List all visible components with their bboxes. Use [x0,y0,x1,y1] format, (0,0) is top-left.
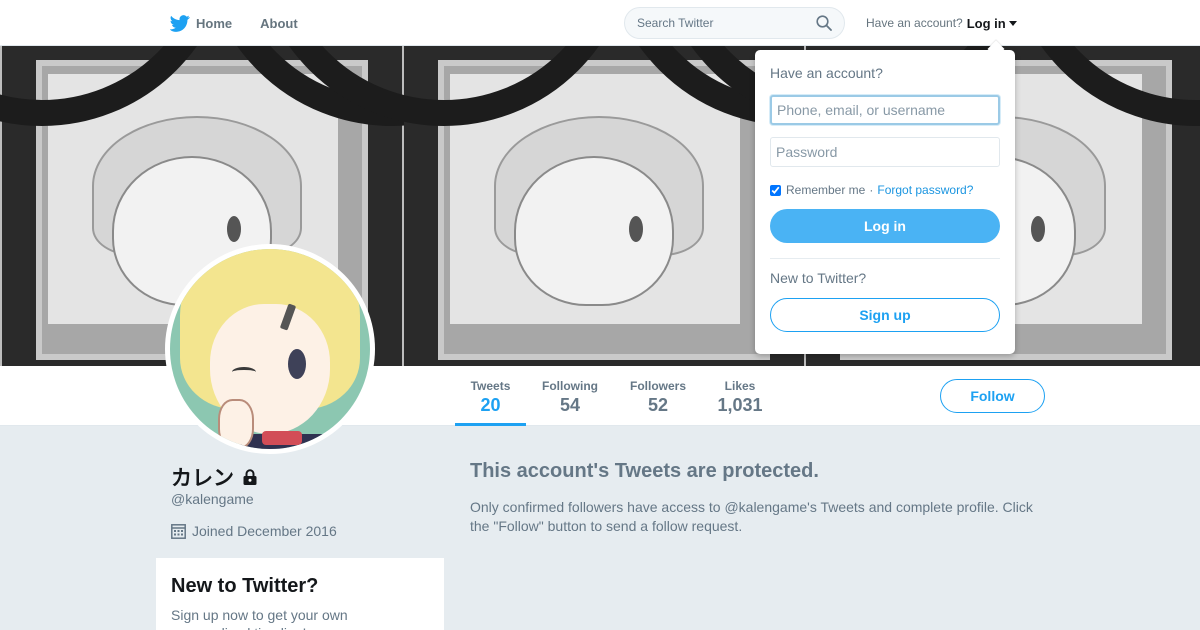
joined-text: Joined December 2016 [192,523,337,539]
login-dropdown: Have an account? Remember me · Forgot pa… [755,50,1015,354]
stat-value: 20 [480,395,501,415]
stat-value: 52 [647,395,669,415]
stat-label: Tweets [470,379,511,393]
profile-name: カレン [171,462,259,492]
stat-label: Followers [629,379,686,393]
profile-handle[interactable]: @kalengame [171,491,254,507]
avatar-image [170,249,370,449]
top-navigation-bar: Home About Have an account? Log in [0,0,1200,46]
have-account-text: Have an account? [866,16,963,30]
search-icon[interactable] [814,13,834,33]
dropdown-title: Have an account? [770,65,883,81]
separator-dot: · [869,183,874,197]
protected-message: Only confirmed followers have access to … [470,499,1033,534]
username-input[interactable] [770,95,1000,125]
nav-about-link[interactable]: About [260,16,298,31]
login-dropdown-toggle[interactable]: Log in [967,16,1017,31]
stat-value: 54 [559,395,581,415]
protected-title: This account's Tweets are protected. [470,460,819,482]
new-card-text: Sign up now to get your own personalized… [171,607,348,630]
stat-tweets[interactable]: Tweets 20 [455,366,526,426]
new-card-title: New to Twitter? [171,575,319,597]
caret-down-icon [1008,20,1017,26]
calendar-icon [171,524,186,539]
nav-left-group: Home About [170,0,298,46]
stat-label: Following [542,379,598,393]
password-input[interactable] [770,137,1000,167]
search-input[interactable] [637,16,814,30]
remember-me-checkbox[interactable] [770,184,781,196]
forgot-password-link[interactable]: Forgot password? [877,183,973,197]
joined-date: Joined December 2016 [171,523,337,539]
account-area: Have an account? Log in [866,0,1017,46]
new-to-twitter-card: New to Twitter? Sign up now to get your … [156,558,444,630]
search-box [624,7,845,39]
dropdown-divider [770,258,1000,259]
signup-button[interactable]: Sign up [770,298,1000,332]
stat-following[interactable]: Following 54 [534,366,606,426]
lock-icon [241,468,259,486]
follow-button[interactable]: Follow [940,379,1045,413]
new-to-twitter-text: New to Twitter? [770,270,867,286]
stat-followers[interactable]: Followers 52 [622,366,694,426]
twitter-bird-icon [170,14,190,32]
login-label: Log in [966,15,1006,31]
remember-me-label[interactable]: Remember me [786,183,865,197]
profile-avatar[interactable] [165,244,375,454]
stat-likes[interactable]: Likes 1,031 [710,366,770,426]
profile-name-text: カレン [171,466,234,490]
nav-home-label: Home [196,15,233,31]
nav-home-link[interactable]: Home [170,14,233,32]
login-button[interactable]: Log in [770,209,1000,243]
remember-row: Remember me · Forgot password? [770,183,1000,197]
stat-label: Likes [724,379,756,393]
stat-value: 1,031 [717,395,763,415]
